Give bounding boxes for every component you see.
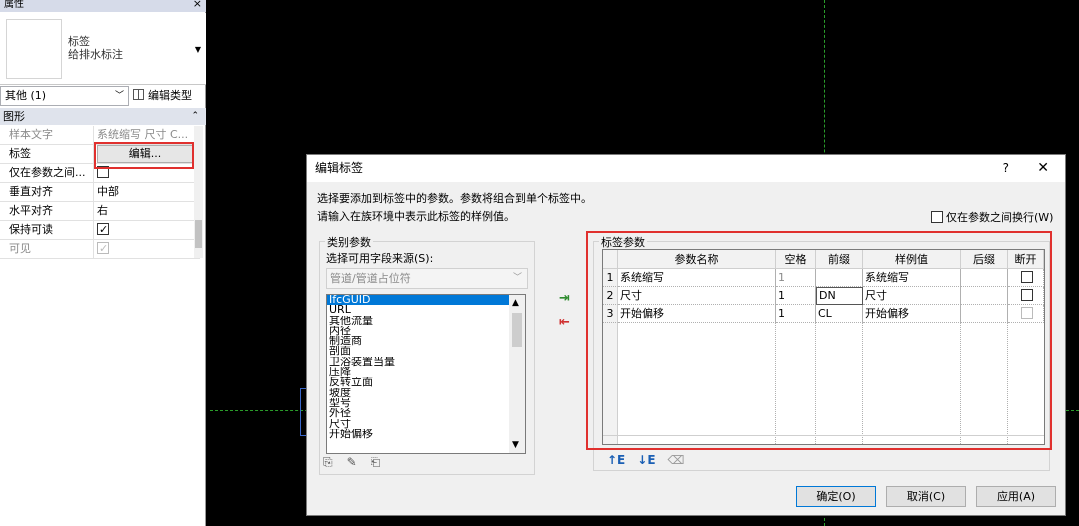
category-parameters-legend: 类别参数 [325, 234, 373, 250]
close-icon[interactable]: ✕ [1037, 155, 1049, 182]
add-parameter-icon: ⎗ [370, 455, 381, 469]
property-label: 仅在参数之间... [0, 164, 94, 182]
instance-filter-value: 其他 (1) [5, 89, 47, 102]
list-scrollbar[interactable]: ▲ ▼ [509, 295, 525, 453]
edit-type-label: 编辑类型 [148, 89, 192, 102]
property-label: 水平对齐 [0, 202, 94, 220]
add-parameter-arrow-icon[interactable]: ⇥ [559, 291, 570, 306]
list-item[interactable]: 外径 [327, 408, 525, 418]
instance-filter-select[interactable]: 其他 (1) ﹀ [0, 86, 129, 106]
scrollbar-thumb[interactable] [195, 220, 202, 248]
list-item[interactable]: 开始偏移 [327, 429, 525, 439]
filter-row: 其他 (1) ﹀ 编辑类型 [0, 85, 206, 108]
edit-type-icon [133, 89, 144, 100]
remove-parameter-arrow-icon[interactable]: ⇤ [559, 315, 570, 330]
field-source-select: 管道/管道占位符 ﹀ [326, 268, 528, 289]
visible-checkbox [97, 240, 109, 258]
property-row: 保持可读 [0, 221, 200, 240]
help-icon[interactable]: ? [1003, 155, 1009, 182]
property-label: 可见 [0, 240, 94, 258]
highlight-box [94, 142, 194, 169]
dialog-description-sample: 请输入在族环境中表示此标签的样例值。 [317, 210, 515, 223]
property-label: 样本文字 [0, 126, 94, 144]
dialog-description: 选择要添加到标签中的参数。参数将组合到单个标签中。 [317, 192, 592, 205]
list-item[interactable]: 坡度 [327, 388, 525, 398]
properties-panel: 属性 × 标签 给排水标注 ▼ 其他 (1) ﹀ 编辑类型 图形 ⌃ 样本文字 … [0, 0, 206, 526]
cancel-button[interactable]: 取消(C) [886, 486, 966, 507]
list-item[interactable]: 内径 [327, 326, 525, 336]
keep-readable-checkbox[interactable] [97, 221, 109, 239]
scroll-up-icon[interactable]: ▲ [512, 298, 519, 308]
property-row: 可见 [0, 240, 200, 259]
edit-parameter-icon: ✎ [346, 455, 357, 469]
field-source-value: 管道/管道占位符 [330, 272, 411, 285]
move-up-icon[interactable]: ↑E [607, 453, 625, 467]
type-name: 标签 给排水标注 [68, 35, 123, 61]
type-preview-image [6, 19, 62, 79]
chevron-down-icon: ﹀ [512, 273, 522, 283]
dropdown-arrow-icon[interactable]: ▼ [195, 45, 201, 54]
type-value: 给排水标注 [68, 48, 123, 61]
category-parameters-group: 类别参数 选择可用字段来源(S): 管道/管道占位符 ﹀ IfcGUID URL… [319, 234, 535, 475]
list-item[interactable]: 压降 [327, 367, 525, 377]
dialog-title: 编辑标签 [315, 161, 364, 175]
chevron-down-icon: ﹀ [114, 91, 124, 101]
property-value[interactable]: 右 [97, 202, 200, 220]
label-params-toolbar: ↑E ↓E ⌫ [607, 453, 697, 467]
property-row: 垂直对齐 中部 [0, 183, 200, 202]
list-item[interactable]: IfcGUID [327, 295, 525, 306]
available-fields-list[interactable]: IfcGUID URL 其他流量 内径 制造商 剖面 卫浴装置当量 压降 反转立… [326, 294, 526, 454]
type-selector[interactable]: 标签 给排水标注 ▼ [0, 13, 206, 85]
property-label: 垂直对齐 [0, 183, 94, 201]
wrap-between-params-checkbox[interactable] [931, 211, 943, 223]
type-family: 标签 [68, 35, 90, 48]
properties-title-text: 属性 [4, 0, 24, 10]
property-value[interactable]: 中部 [97, 183, 200, 201]
list-item[interactable]: 其他流量 [327, 316, 525, 326]
ok-button[interactable]: 确定(O) [796, 486, 876, 507]
edit-type-button[interactable]: 编辑类型 [133, 86, 205, 106]
apply-button[interactable]: 应用(A) [976, 486, 1056, 507]
collapse-icon[interactable]: ⌃ [191, 108, 199, 125]
property-label: 标签 [0, 145, 94, 163]
list-item[interactable]: 反转立面 [327, 377, 525, 387]
highlight-box [586, 231, 1052, 450]
category-toolbar: ⎘ ✎ ⎗ [323, 455, 394, 470]
close-icon[interactable]: × [193, 0, 202, 9]
list-item[interactable]: 制造商 [327, 336, 525, 346]
group-header-graphics[interactable]: 图形 ⌃ [0, 108, 206, 125]
list-item[interactable]: 剖面 [327, 346, 525, 356]
scroll-down-icon[interactable]: ▼ [512, 440, 519, 450]
list-item[interactable]: 卫浴装置当量 [327, 357, 525, 367]
list-item[interactable]: URL [327, 305, 525, 315]
new-parameter-icon[interactable]: ⎘ [323, 455, 333, 470]
wrap-between-params-label: 仅在参数之间换行(W) [946, 211, 1054, 224]
wrap-between-params-option[interactable]: 仅在参数之间换行(W) [931, 209, 1053, 225]
properties-scrollbar[interactable] [194, 126, 203, 258]
group-header-label: 图形 [3, 110, 25, 123]
remove-icon: ⌫ [667, 453, 685, 467]
property-row: 水平对齐 右 [0, 202, 200, 221]
dialog-titlebar: 编辑标签 ? ✕ [307, 155, 1065, 182]
list-item[interactable]: 尺寸 [327, 419, 525, 429]
field-source-label: 选择可用字段来源(S): [326, 252, 434, 265]
properties-title: 属性 × [0, 0, 206, 12]
list-item[interactable]: 型号 [327, 398, 525, 408]
property-label: 保持可读 [0, 221, 94, 239]
edit-label-dialog: 编辑标签 ? ✕ 选择要添加到标签中的参数。参数将组合到单个标签中。 请输入在族… [306, 154, 1066, 516]
scrollbar-thumb[interactable] [512, 313, 522, 347]
move-down-icon[interactable]: ↓E [637, 453, 655, 467]
